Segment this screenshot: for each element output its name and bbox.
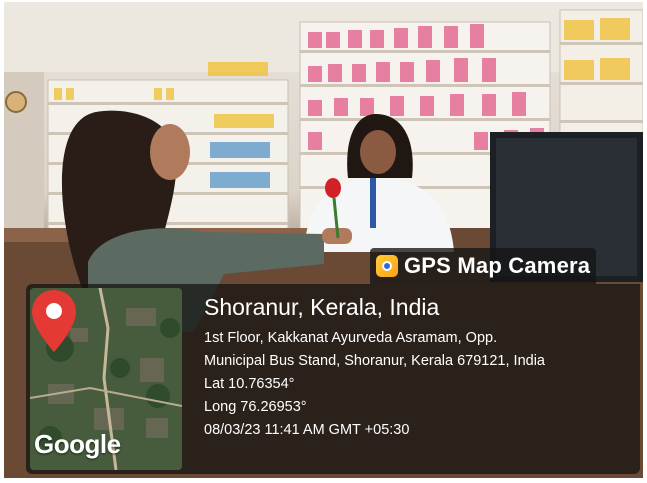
location-info: Shoranur, Kerala, India 1st Floor, Kakka… <box>204 294 634 442</box>
place-title: Shoranur, Kerala, India <box>204 294 440 320</box>
google-logo: Google <box>34 429 121 459</box>
date-time: 08/03/23 11:41 AM GMT +05:30 <box>204 422 410 438</box>
latitude: Lat 10.76354° <box>204 376 295 392</box>
longitude: Long 76.26953° <box>204 399 307 415</box>
brand-name: GPS Map Camera <box>404 253 591 278</box>
gps-map-camera-badge: GPS Map Camera <box>370 248 597 284</box>
address-line-2: Municipal Bus Stand, Shoranur, Kerala 67… <box>204 353 545 369</box>
wall-clock <box>5 91 27 113</box>
geotag-overlay: Google Shoranur, Kerala, India 1st Floor… <box>26 284 640 474</box>
pharmacy-photo: GPS Map Camera Google Shoranur, Kerala, … <box>4 2 643 478</box>
map-pin-icon <box>32 290 76 352</box>
address-line-1: 1st Floor, Kakkanat Ayurveda Asramam, Op… <box>204 330 498 346</box>
map-thumbnail: Google <box>30 288 182 470</box>
gps-map-camera-app-icon <box>376 255 398 277</box>
